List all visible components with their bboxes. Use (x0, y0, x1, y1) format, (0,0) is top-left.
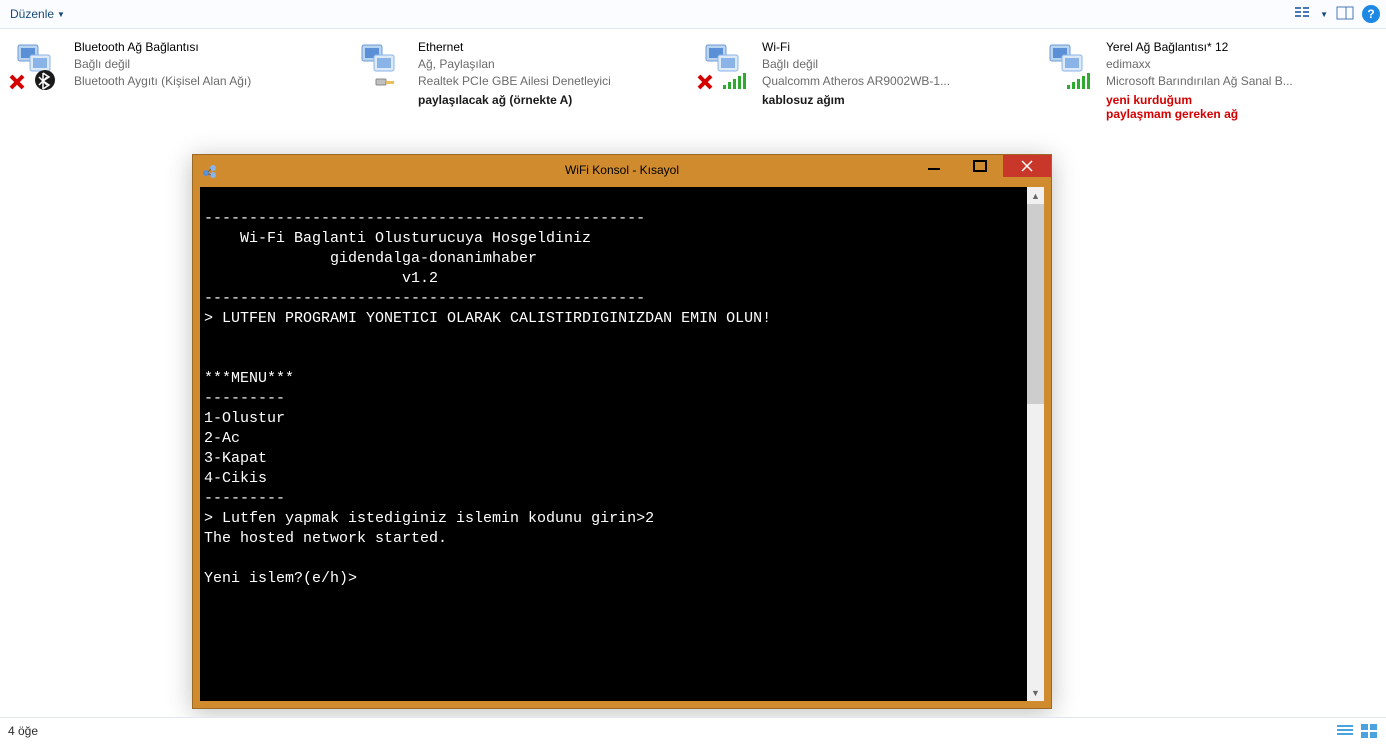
adapter-status: Ağ, Paylaşılan (418, 56, 611, 73)
console-titlebar[interactable]: WiFi Konsol - Kısayol (193, 155, 1051, 185)
adapter-status: Bağlı değil (762, 56, 950, 73)
adapters-area: Bluetooth Ağ BağlantısıBağlı değilBlueto… (0, 29, 1386, 121)
adapter-device: Realtek PCIe GBE Ailesi Denetleyici (418, 73, 611, 90)
adapter-annotation: paylaşılacak ağ (örnekte A) (418, 93, 688, 107)
adapter-title: Bluetooth Ağ Bağlantısı (74, 39, 251, 56)
scrollbar-thumb[interactable] (1027, 204, 1044, 404)
disconnected-icon (696, 73, 714, 91)
adapter-status: Bağlı değil (74, 56, 251, 73)
console-scrollbar[interactable]: ▲ ▼ (1027, 187, 1044, 701)
toolbar: Düzenle ▼ ▼ ? (0, 0, 1386, 29)
help-icon[interactable]: ? (1362, 5, 1380, 23)
adapter-title: Ethernet (418, 39, 611, 56)
adapter-device: Microsoft Barındırılan Ağ Sanal B... (1106, 73, 1293, 90)
status-text: 4 öğe (8, 724, 38, 738)
close-button[interactable] (1003, 155, 1051, 177)
adapter-annotation: yeni kurduğum paylaşmam gereken ağ (1106, 93, 1376, 121)
adapter-item[interactable]: Bluetooth Ağ BağlantısıBağlı değilBlueto… (4, 39, 344, 91)
scroll-down-icon[interactable]: ▼ (1027, 684, 1044, 701)
minimize-button[interactable] (911, 155, 957, 177)
chevron-down-icon[interactable]: ▼ (1320, 10, 1328, 19)
console-body[interactable]: ----------------------------------------… (200, 187, 1044, 701)
disconnected-icon (8, 73, 26, 91)
adapter-status: edimaxx (1106, 56, 1293, 73)
maximize-button[interactable] (957, 155, 1003, 177)
adapter-device: Bluetooth Aygıtı (Kişisel Alan Ağı) (74, 73, 251, 90)
console-text: ----------------------------------------… (200, 187, 1044, 591)
adapter-title: Wi-Fi (762, 39, 950, 56)
network-adapter-icon (692, 39, 754, 91)
signal-icon (1066, 71, 1090, 91)
organize-menu[interactable]: Düzenle ▼ (6, 5, 69, 23)
adapter-title: Yerel Ağ Bağlantısı* 12 (1106, 39, 1293, 56)
chevron-down-icon: ▼ (57, 10, 65, 19)
adapter-item[interactable]: Yerel Ağ Bağlantısı* 12edimaxxMicrosoft … (1036, 39, 1376, 91)
network-adapter-icon (1036, 39, 1098, 91)
details-view-icon[interactable] (1336, 722, 1354, 740)
adapter-item[interactable]: Wi-FiBağlı değilQualcomm Atheros AR9002W… (692, 39, 1032, 91)
signal-icon (722, 71, 746, 91)
view-options-button[interactable] (1294, 5, 1312, 23)
adapter-annotation: kablosuz ağım (762, 93, 1032, 107)
app-icon (201, 161, 219, 179)
scroll-up-icon[interactable]: ▲ (1027, 187, 1044, 204)
large-icons-view-icon[interactable] (1360, 722, 1378, 740)
network-adapter-icon (4, 39, 66, 91)
console-window: WiFi Konsol - Kısayol ------------------… (192, 154, 1052, 709)
adapter-device: Qualcomm Atheros AR9002WB-1... (762, 73, 950, 90)
network-adapter-icon (348, 39, 410, 91)
cable-icon (374, 71, 396, 89)
console-title: WiFi Konsol - Kısayol (565, 163, 679, 177)
organize-label: Düzenle (10, 7, 54, 21)
statusbar: 4 öğe (0, 717, 1386, 744)
adapter-item[interactable]: EthernetAğ, PaylaşılanRealtek PCIe GBE A… (348, 39, 688, 91)
preview-pane-button[interactable] (1336, 5, 1354, 23)
bluetooth-icon (34, 69, 56, 91)
